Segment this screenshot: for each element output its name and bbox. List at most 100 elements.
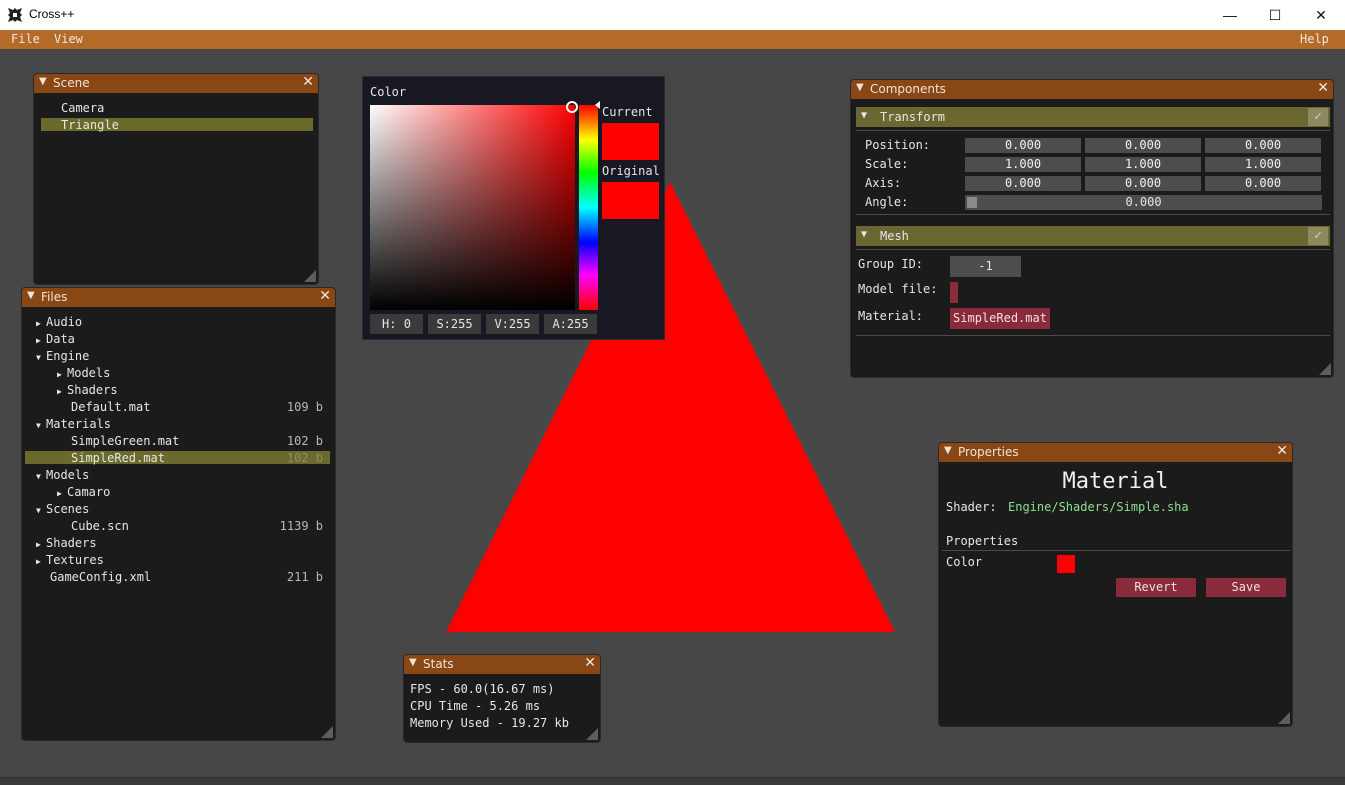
close-icon[interactable]: ✕ — [302, 74, 314, 90]
sv-cursor-icon[interactable] — [566, 101, 578, 113]
fps-readout: FPS - 60.0(16.67 ms) — [410, 682, 555, 696]
collapse-arrow-icon[interactable]: ▼ — [39, 76, 47, 87]
slider-grab-handle[interactable] — [967, 197, 977, 208]
tree-item[interactable]: ▼ Engine — [36, 349, 89, 363]
file-item[interactable]: Cube.scn — [71, 519, 129, 533]
model-file-button[interactable] — [950, 282, 958, 303]
original-label: Original — [602, 164, 660, 178]
expand-arrow-icon[interactable]: ▶ — [57, 489, 67, 498]
material-label: Material: — [858, 309, 924, 323]
hue-field[interactable]: H: 0 — [370, 314, 423, 334]
group-id-field[interactable]: -1 — [950, 256, 1021, 277]
model-file-label: Model file: — [858, 282, 938, 296]
mesh-section-header[interactable]: ▼ Mesh ✓ — [856, 226, 1330, 246]
position-y-field[interactable]: 0.000 — [1085, 138, 1201, 153]
collapse-arrow-icon[interactable]: ▼ — [36, 506, 46, 515]
scene-item-triangle[interactable]: Triangle — [61, 118, 119, 132]
alpha-field[interactable]: A:255 — [544, 314, 597, 334]
app-icon — [8, 8, 22, 22]
shader-path-link[interactable]: Engine/Shaders/Simple.sha — [1008, 500, 1189, 514]
tree-item[interactable]: ▶ Models — [57, 366, 110, 380]
axis-z-field[interactable]: 0.000 — [1205, 176, 1321, 191]
resize-grip-icon[interactable] — [304, 270, 316, 282]
minimize-button[interactable]: — — [1207, 0, 1253, 30]
collapse-arrow-icon[interactable]: ▼ — [36, 472, 46, 481]
collapse-arrow-icon[interactable]: ▼ — [409, 657, 417, 668]
close-icon[interactable]: ✕ — [584, 655, 596, 671]
stats-window-header[interactable]: ▼ Stats ✕ — [404, 655, 600, 674]
resize-grip-icon[interactable] — [1278, 712, 1290, 724]
resize-grip-icon[interactable] — [1319, 363, 1331, 375]
window-titlebar: Cross++ — ☐ ✕ — [0, 0, 1345, 30]
tree-item[interactable]: ▼ Scenes — [36, 502, 89, 516]
original-color-swatch[interactable] — [602, 182, 659, 219]
properties-window-header[interactable]: ▼ Properties ✕ — [939, 443, 1292, 462]
value-field[interactable]: V:255 — [486, 314, 539, 334]
hue-bar[interactable] — [579, 105, 598, 310]
revert-button[interactable]: Revert — [1116, 578, 1196, 597]
file-size: 102 b — [286, 451, 323, 465]
collapse-arrow-icon[interactable]: ▼ — [36, 421, 46, 430]
menu-help[interactable]: Help — [1300, 32, 1329, 46]
tree-item[interactable]: ▼ Models — [36, 468, 89, 482]
file-item[interactable]: GameConfig.xml — [50, 570, 151, 584]
save-button[interactable]: Save — [1206, 578, 1286, 597]
maximize-button[interactable]: ☐ — [1252, 0, 1298, 30]
menu-file[interactable]: File — [11, 32, 40, 46]
tree-item[interactable]: ▶ Camaro — [57, 485, 110, 499]
expand-arrow-icon[interactable]: ▶ — [57, 370, 67, 379]
saturation-field[interactable]: S:255 — [428, 314, 481, 334]
close-icon[interactable]: ✕ — [319, 288, 331, 304]
collapse-arrow-icon[interactable]: ▼ — [36, 353, 46, 362]
tree-item[interactable]: ▶ Shaders — [36, 536, 97, 550]
scale-z-field[interactable]: 1.000 — [1205, 157, 1321, 172]
color-property-swatch[interactable] — [1057, 555, 1075, 573]
close-window-button[interactable]: ✕ — [1298, 0, 1344, 30]
components-window-header[interactable]: ▼ Components ✕ — [851, 80, 1333, 99]
material-button[interactable]: SimpleRed.mat — [950, 308, 1050, 329]
axis-y-field[interactable]: 0.000 — [1085, 176, 1201, 191]
file-item[interactable]: SimpleGreen.mat — [71, 434, 179, 448]
expand-arrow-icon[interactable]: ▶ — [36, 557, 46, 566]
saturation-value-square[interactable] — [370, 105, 575, 310]
color-picker-label: Color — [370, 85, 407, 99]
hue-marker-icon[interactable] — [595, 101, 600, 109]
close-icon[interactable]: ✕ — [1317, 80, 1329, 96]
collapse-arrow-icon[interactable]: ▼ — [861, 229, 867, 240]
expand-arrow-icon[interactable]: ▶ — [57, 387, 67, 396]
tree-item[interactable]: ▶ Textures — [36, 553, 104, 567]
tree-item[interactable]: ▼ Materials — [36, 417, 111, 431]
collapse-arrow-icon[interactable]: ▼ — [27, 290, 35, 301]
scene-window-header[interactable]: ▼ Scene ✕ — [34, 74, 318, 93]
position-z-field[interactable]: 0.000 — [1205, 138, 1321, 153]
file-size: 1139 b — [279, 519, 323, 533]
divider — [856, 214, 1330, 215]
scale-y-field[interactable]: 1.000 — [1085, 157, 1201, 172]
menu-view[interactable]: View — [54, 32, 83, 46]
files-window-header[interactable]: ▼ Files ✕ — [22, 288, 335, 307]
collapse-arrow-icon[interactable]: ▼ — [861, 110, 867, 121]
transform-section-header[interactable]: ▼ Transform ✓ — [856, 107, 1330, 127]
position-x-field[interactable]: 0.000 — [965, 138, 1081, 153]
main-menubar: File View Help — [0, 30, 1345, 49]
checkmark-icon[interactable]: ✓ — [1308, 227, 1328, 245]
checkmark-icon[interactable]: ✓ — [1308, 108, 1328, 126]
resize-grip-icon[interactable] — [321, 726, 333, 738]
expand-arrow-icon[interactable]: ▶ — [36, 336, 46, 345]
resize-grip-icon[interactable] — [586, 728, 598, 740]
expand-arrow-icon[interactable]: ▶ — [36, 540, 46, 549]
scene-item-camera[interactable]: Camera — [61, 101, 104, 115]
tree-item[interactable]: ▶ Shaders — [57, 383, 118, 397]
angle-label: Angle: — [865, 195, 909, 209]
close-icon[interactable]: ✕ — [1276, 443, 1288, 459]
collapse-arrow-icon[interactable]: ▼ — [856, 82, 864, 93]
file-item-selected[interactable]: SimpleRed.mat — [71, 451, 165, 465]
tree-item[interactable]: ▶ Audio — [36, 315, 82, 329]
scale-x-field[interactable]: 1.000 — [965, 157, 1081, 172]
file-item[interactable]: Default.mat — [71, 400, 150, 414]
collapse-arrow-icon[interactable]: ▼ — [944, 445, 952, 456]
axis-x-field[interactable]: 0.000 — [965, 176, 1081, 191]
expand-arrow-icon[interactable]: ▶ — [36, 319, 46, 328]
angle-slider[interactable]: 0.000 — [965, 195, 1322, 210]
tree-item[interactable]: ▶ Data — [36, 332, 75, 346]
